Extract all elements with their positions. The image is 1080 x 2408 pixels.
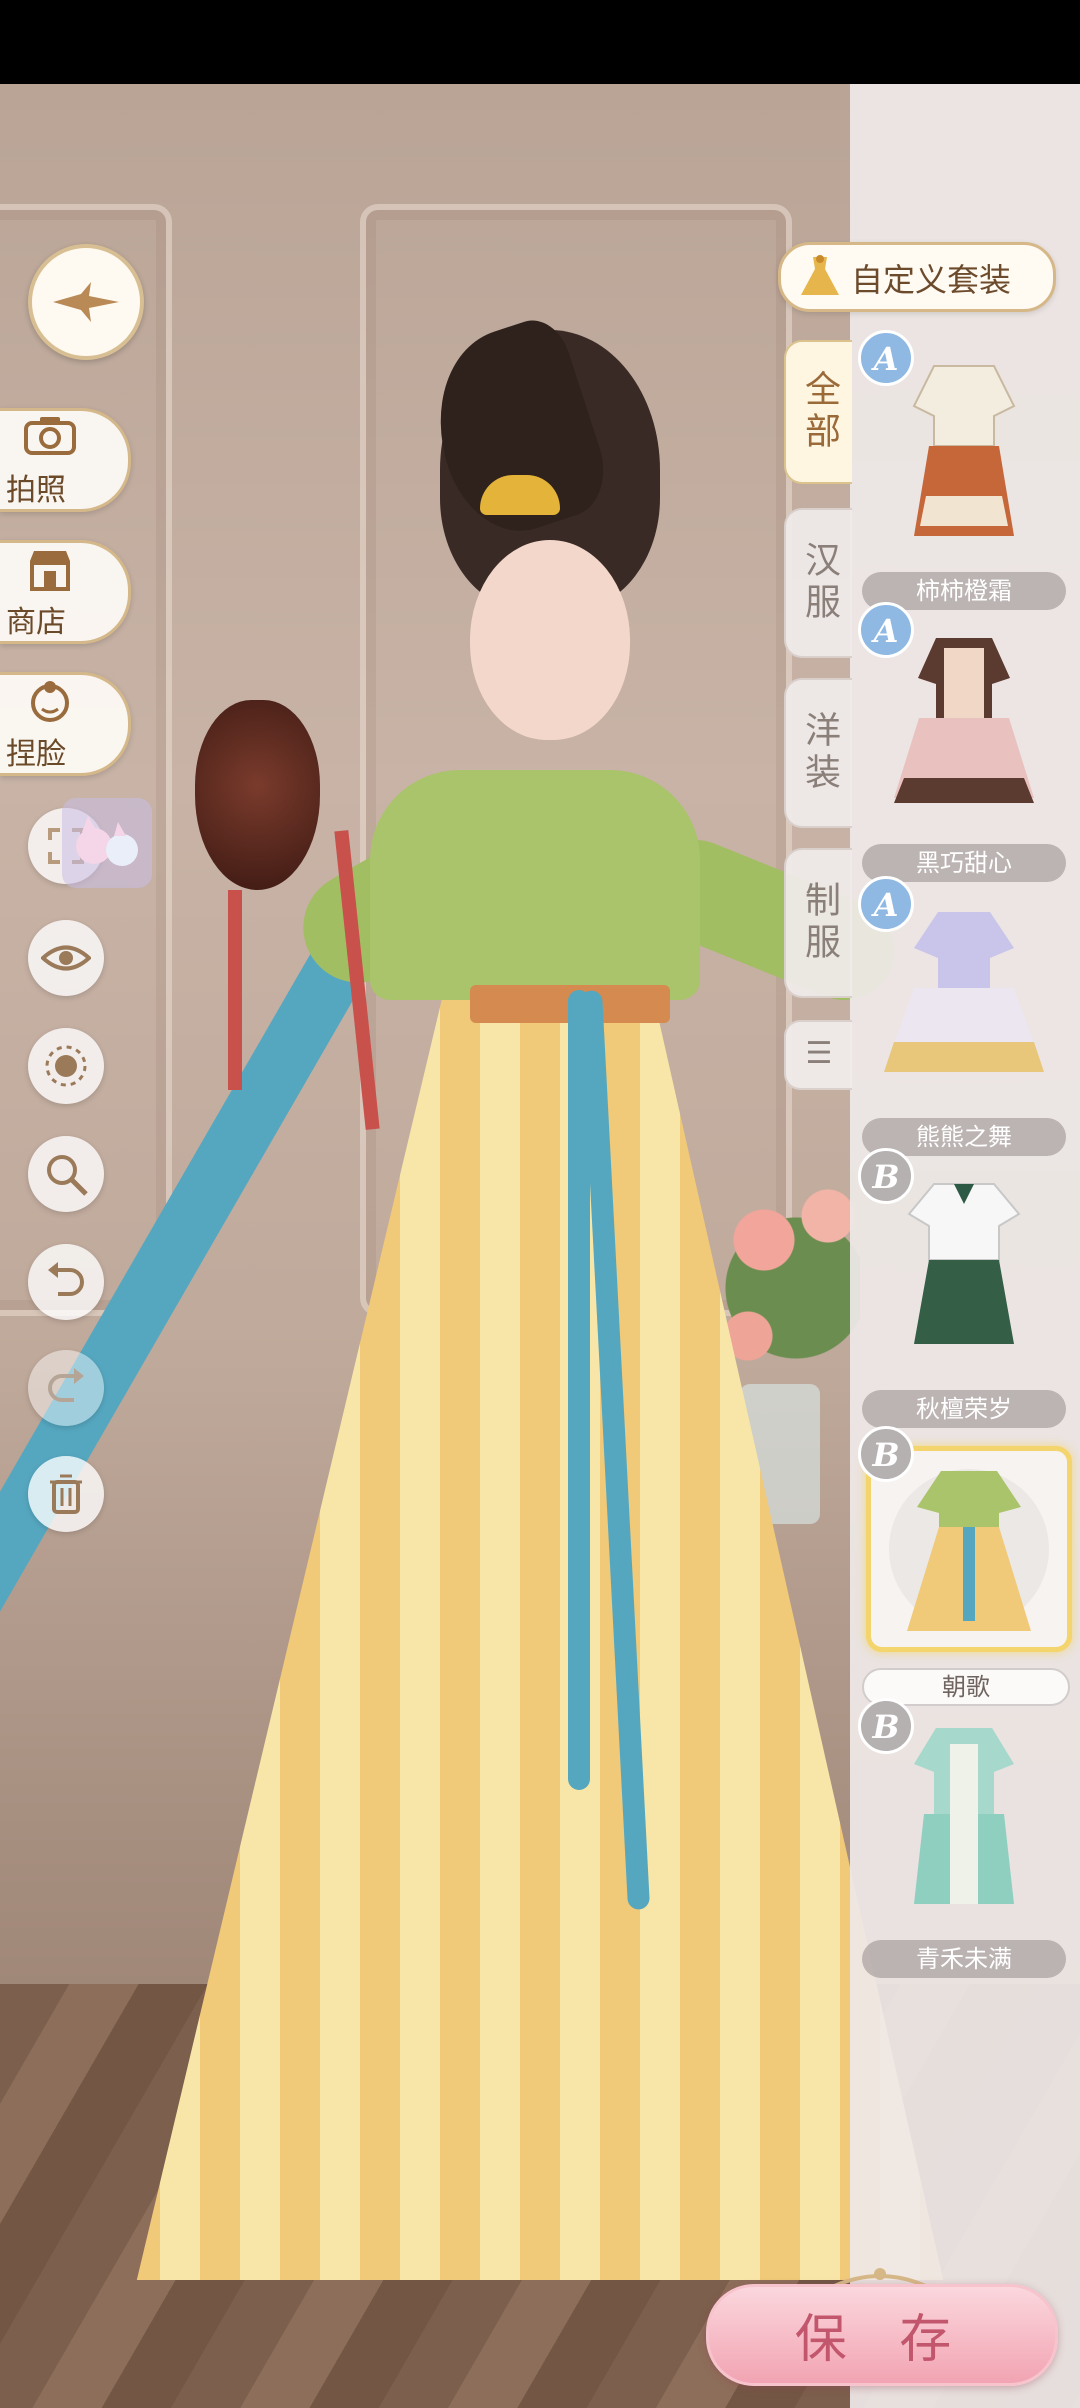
photo-button[interactable]: 拍照 [0, 408, 131, 512]
custom-outfit-button[interactable]: 自定义套装 [778, 242, 1056, 312]
zoom-button[interactable] [28, 1136, 104, 1212]
face-edit-label: 捏脸 [6, 737, 66, 772]
save-label: 保 存 [794, 2310, 970, 2370]
photo-label: 拍照 [6, 473, 66, 508]
tab-uniform[interactable]: 制服 [784, 848, 852, 998]
outfit-item[interactable]: B 青禾未满 [858, 1698, 1070, 1978]
face-edit-button[interactable]: 捏脸 [0, 672, 131, 776]
undo-icon [48, 1262, 84, 1296]
outfit-item[interactable]: B 秋檀荣岁 [858, 1148, 1070, 1428]
face-icon [22, 679, 78, 725]
grade-badge: B [858, 1148, 914, 1204]
shop-label: 商店 [6, 605, 66, 640]
save-button[interactable]: 保 存 [706, 2284, 1058, 2386]
lighting-button[interactable] [28, 1028, 104, 1104]
outfit-item-selected[interactable]: B 朝歌 [858, 1426, 1072, 1706]
trash-icon [50, 1474, 82, 1514]
back-button[interactable] [28, 244, 144, 360]
outfit-name: 青禾未满 [862, 1940, 1066, 1978]
outfit-item[interactable]: A 熊熊之舞 [858, 876, 1070, 1156]
delete-button[interactable] [28, 1456, 104, 1532]
back-arrow-icon [53, 282, 119, 322]
status-bar [0, 0, 1080, 84]
outfit-name: 秋檀荣岁 [862, 1390, 1066, 1428]
tab-western-dress[interactable]: 洋装 [784, 678, 852, 828]
magnifier-icon [47, 1155, 88, 1196]
grade-badge: A [858, 602, 914, 658]
sun-icon [45, 1045, 87, 1087]
list-icon: ☰ [805, 1036, 833, 1071]
outfit-item[interactable]: A 柿柿橙霜 [858, 330, 1070, 610]
dress-icon [801, 255, 839, 295]
undo-button[interactable] [28, 1244, 104, 1320]
camera-icon [22, 415, 78, 461]
tab-all[interactable]: 全部 [784, 340, 852, 484]
grade-badge: B [858, 1426, 914, 1482]
custom-outfit-label: 自定义套装 [851, 261, 1012, 299]
eye-icon [41, 945, 91, 971]
grade-badge: B [858, 1698, 914, 1754]
tab-hanfu[interactable]: 汉服 [784, 508, 852, 658]
shop-icon [22, 547, 78, 593]
grade-badge: A [858, 876, 914, 932]
redo-button[interactable] [28, 1350, 104, 1426]
redo-icon [48, 1368, 84, 1402]
outfit-item[interactable]: A 黑巧甜心 [858, 602, 1070, 882]
view-toggle-button[interactable] [28, 920, 104, 996]
grade-badge: A [858, 330, 914, 386]
shop-button[interactable]: 商店 [0, 540, 131, 644]
list-view-button[interactable]: ☰ [784, 1020, 852, 1090]
pet-companion-icon[interactable] [62, 798, 152, 888]
